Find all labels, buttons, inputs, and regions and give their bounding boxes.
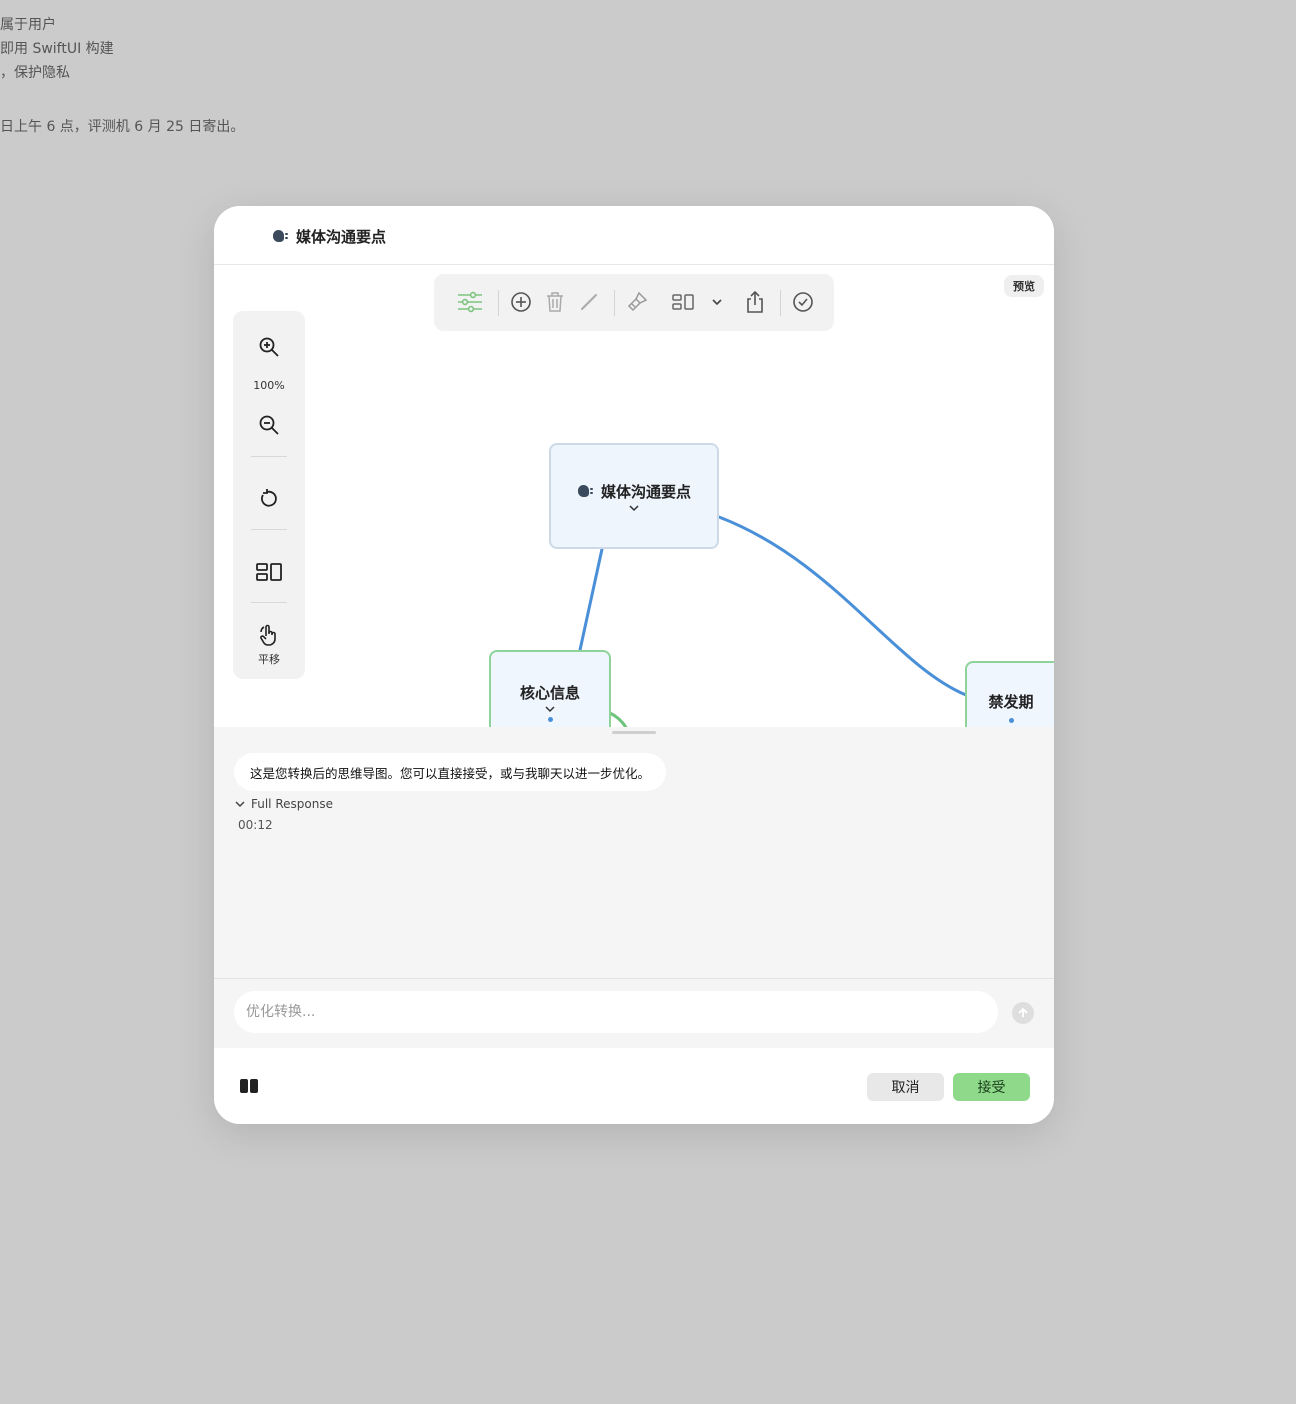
- speaking-head-icon: [577, 483, 595, 499]
- reset-rotate-icon[interactable]: [255, 485, 283, 513]
- settings-sliders-icon[interactable]: [456, 288, 484, 316]
- send-button[interactable]: [1012, 1002, 1034, 1024]
- assistant-message: 这是您转换后的思维导图。您可以直接接受，或与我聊天以进一步优化。: [234, 753, 667, 791]
- connector-root-embargo: [717, 515, 968, 697]
- resize-handle[interactable]: [612, 731, 656, 734]
- chat-panel: 这是您转换后的思维导图。您可以直接接受，或与我聊天以进一步优化。 Full Re…: [214, 727, 1054, 978]
- canvas-toolbar: [434, 274, 834, 331]
- accept-button[interactable]: 接受: [953, 1073, 1030, 1101]
- full-response-label: Full Response: [251, 797, 333, 811]
- zoom-out-icon[interactable]: [255, 411, 283, 439]
- dialog-header: 媒体沟通要点: [214, 206, 1054, 265]
- mindmap-child-node[interactable]: 禁发期: [965, 661, 1054, 727]
- mindmap-root-node[interactable]: 媒体沟通要点: [549, 443, 719, 549]
- full-response-toggle[interactable]: Full Response: [234, 797, 333, 811]
- brush-icon[interactable]: [623, 288, 651, 316]
- background-text-line: 日上午 6 点，评测机 6 月 25 日寄出。: [0, 119, 245, 135]
- panel-divider: [251, 529, 287, 530]
- zoom-in-icon[interactable]: [255, 333, 283, 361]
- toolbar-divider: [780, 290, 781, 316]
- trash-icon[interactable]: [541, 288, 569, 316]
- child-node-label: 核心信息: [519, 684, 580, 702]
- panel-divider: [251, 602, 287, 603]
- checkmark-circle-icon[interactable]: [789, 288, 817, 316]
- root-node-label: 媒体沟通要点: [600, 482, 691, 501]
- layout-icon[interactable]: [669, 288, 697, 316]
- connector-root-core: [578, 547, 604, 652]
- zoom-side-panel: 100% 平移: [233, 311, 305, 679]
- mindmap-dialog: 媒体沟通要点 预览 100% 平移 媒体沟通要点 核心信息 禁发期 这是您转换后…: [214, 206, 1054, 1124]
- share-icon[interactable]: [741, 288, 769, 316]
- toolbar-divider: [498, 290, 499, 316]
- mindmap-child-node[interactable]: 核心信息: [489, 650, 611, 727]
- layout-icon[interactable]: [255, 558, 283, 586]
- pan-label: 平移: [258, 653, 280, 666]
- node-connector-dot[interactable]: [547, 717, 553, 722]
- background-text-line: 属于用户: [0, 17, 56, 33]
- chevron-down-icon[interactable]: [703, 288, 731, 316]
- cancel-button[interactable]: 取消: [867, 1073, 944, 1101]
- add-circle-icon[interactable]: [507, 288, 535, 316]
- preview-badge[interactable]: 预览: [1004, 275, 1044, 297]
- panel-divider: [251, 456, 287, 457]
- zoom-level: 100%: [253, 379, 285, 392]
- dialog-footer: 取消 接受: [214, 1048, 1054, 1124]
- pencil-icon[interactable]: [575, 288, 603, 316]
- node-connector-dot[interactable]: [1008, 718, 1014, 723]
- chevron-down-icon[interactable]: [628, 504, 640, 512]
- arrow-up-icon: [1018, 1007, 1028, 1017]
- chevron-down-icon: [235, 801, 245, 808]
- dialog-title: 媒体沟通要点: [296, 228, 387, 246]
- child-node-label: 禁发期: [988, 693, 1034, 711]
- mindmap-canvas[interactable]: 预览 100% 平移 媒体沟通要点 核心信息 禁发期: [214, 265, 1054, 727]
- sidebar-toggle-icon[interactable]: [240, 1079, 258, 1093]
- background-text-line: ，保护隐私: [0, 65, 70, 81]
- dialog-title-container: 媒体沟通要点: [272, 226, 386, 247]
- chevron-down-icon[interactable]: [544, 705, 556, 713]
- refine-input[interactable]: [234, 991, 998, 1033]
- chat-input-row: [214, 978, 1054, 1049]
- speaking-head-icon: [272, 228, 290, 244]
- elapsed-time: 00:12: [238, 818, 273, 832]
- background-text-line: 即用 SwiftUI 构建: [0, 41, 114, 57]
- connector-core-right: [609, 711, 628, 727]
- hand-pan-icon[interactable]: [255, 621, 283, 649]
- toolbar-divider: [614, 290, 615, 316]
